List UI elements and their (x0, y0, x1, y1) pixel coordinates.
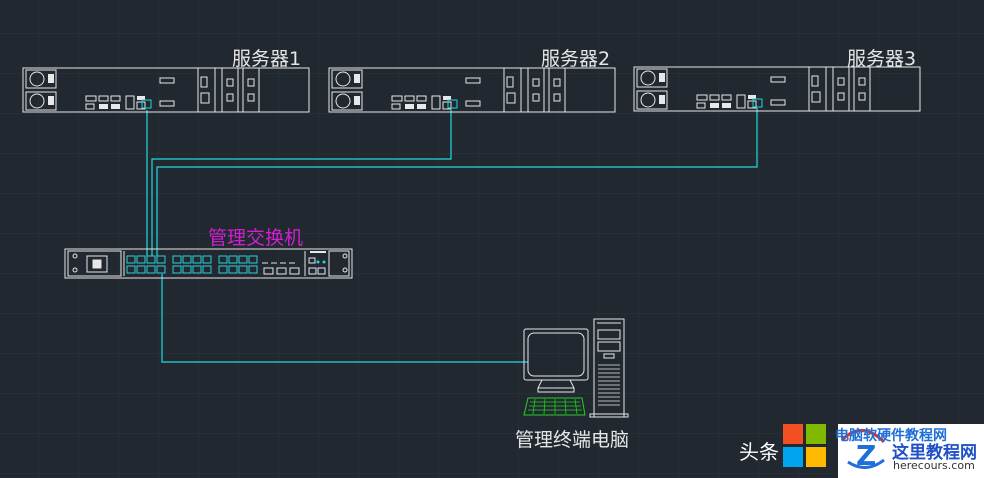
server-3-label: 服务器3 (847, 48, 917, 70)
background-grid (0, 0, 984, 478)
terminal-label: 管理终端电脑 (515, 429, 630, 451)
server-1-label: 服务器1 (232, 48, 302, 70)
watermark-prefix: 头条 (739, 440, 779, 464)
network-diagram: Z (0, 0, 984, 478)
switch-label: 管理交换机 (208, 227, 304, 249)
server-2-label: 服务器2 (541, 48, 611, 70)
watermark-site-url: herecours.com (893, 459, 975, 472)
